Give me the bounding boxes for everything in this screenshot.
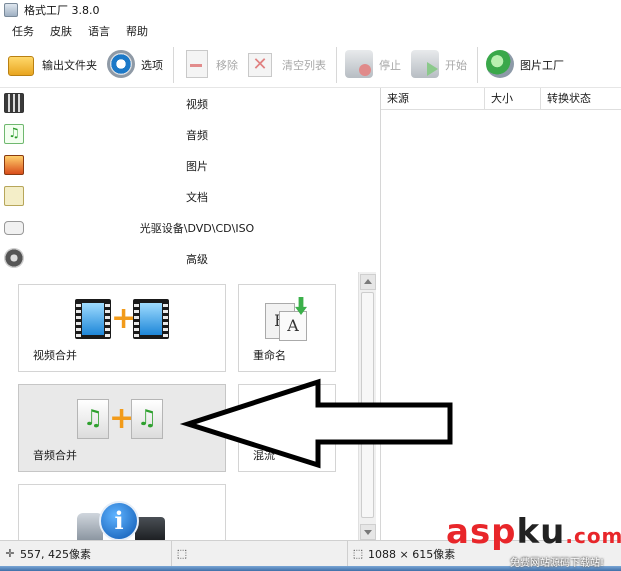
clear-list-button[interactable]: ✕ 清空列表 — [248, 45, 326, 85]
start-label: 开始 — [445, 58, 467, 72]
options-button[interactable]: 选项 — [107, 45, 163, 85]
info-icon: i — [77, 495, 167, 540]
document-icon — [4, 186, 24, 206]
title-bar: 格式工厂 3.8.0 — [0, 0, 621, 20]
menu-help[interactable]: 帮助 — [126, 23, 148, 39]
stop-icon — [345, 49, 373, 78]
remove-icon — [186, 49, 208, 78]
options-icon — [107, 49, 135, 78]
category-advanced[interactable]: 高级 — [0, 243, 380, 274]
tile-media-info[interactable]: i — [18, 484, 226, 540]
selection-icon: ⬚ — [176, 546, 188, 560]
status-selection: ⬚ — [172, 540, 348, 567]
column-size[interactable]: 大小 — [485, 88, 541, 109]
image-icon — [4, 155, 24, 175]
crosshair-icon: ✛ — [5, 546, 15, 560]
tiles-scrollbar[interactable] — [358, 272, 376, 540]
status-cursor: ✛ 557, 425像素 — [0, 540, 172, 567]
tile-mux[interactable]: ♫ 混流 — [238, 384, 336, 472]
tile-label: 混流 — [253, 449, 275, 462]
video-icon — [4, 93, 24, 113]
category-video[interactable]: 视频 — [0, 88, 380, 119]
scroll-down-icon[interactable] — [360, 524, 376, 540]
column-status[interactable]: 转换状态 — [541, 88, 621, 109]
clear-icon: ✕ — [248, 52, 272, 77]
remove-label: 移除 — [216, 58, 238, 72]
picture-factory-button[interactable]: 图片工厂 — [486, 45, 564, 85]
tile-audio-merge[interactable]: ♫ + ♫ 音频合并 — [18, 384, 226, 472]
disc-drive-icon — [4, 221, 24, 235]
output-folder-label: 输出文件夹 — [42, 58, 97, 72]
task-list[interactable]: 来源 大小 转换状态 — [381, 88, 621, 540]
options-label: 选项 — [141, 58, 163, 72]
output-folder-button[interactable]: 输出文件夹 — [8, 45, 97, 85]
menu-task[interactable]: 任务 — [12, 23, 34, 39]
video-merge-icon: + — [75, 299, 169, 342]
picture-factory-icon — [486, 49, 514, 78]
category-image[interactable]: 图片 — [0, 150, 380, 181]
audio-merge-icon: ♫ + ♫ — [77, 399, 163, 439]
menu-skin[interactable]: 皮肤 — [50, 23, 72, 39]
cursor-position: 557, 425像素 — [20, 547, 91, 561]
tile-label: 重命名 — [253, 349, 286, 362]
menu-language[interactable]: 语言 — [88, 23, 110, 39]
image-size-icon: ⬚ — [352, 546, 364, 560]
tile-label: 音频合并 — [33, 449, 77, 462]
category-document[interactable]: 文档 — [0, 181, 380, 212]
window-title: 格式工厂 3.8.0 — [24, 4, 100, 17]
task-list-header: 来源 大小 转换状态 — [381, 88, 621, 110]
tile-rename[interactable]: B A 重命名 — [238, 284, 336, 372]
column-source[interactable]: 来源 — [381, 88, 485, 109]
picture-factory-label: 图片工厂 — [520, 58, 564, 72]
start-button[interactable]: 开始 — [411, 45, 467, 85]
toolbar-separator — [173, 46, 174, 83]
watermark-tagline: 免费网站源码下载站! — [510, 558, 605, 569]
stop-label: 停止 — [379, 58, 401, 72]
toolbar-separator — [477, 46, 478, 83]
stop-button[interactable]: 停止 — [345, 45, 401, 85]
rename-icon: B A — [265, 297, 309, 341]
category-list: 视频 ♫ 音频 图片 文档 光驱设备\DVD\CD\ISO 高级 — [0, 88, 380, 272]
clear-list-label: 清空列表 — [282, 58, 326, 72]
toolbar: 输出文件夹 选项 移除 ✕ 清空列表 停止 开始 图片工厂 — [0, 42, 621, 88]
category-disc-drive[interactable]: 光驱设备\DVD\CD\ISO — [0, 212, 380, 243]
remove-button[interactable]: 移除 — [182, 45, 238, 85]
scroll-thumb[interactable] — [361, 292, 374, 518]
app-icon — [4, 3, 18, 17]
tile-label: 视频合并 — [33, 349, 77, 362]
advanced-icon — [4, 248, 24, 268]
start-icon — [411, 49, 439, 78]
image-size: 1088 × 615像素 — [368, 547, 456, 561]
scroll-up-icon[interactable] — [360, 274, 376, 290]
folder-icon — [8, 55, 34, 76]
toolbar-separator — [336, 46, 337, 83]
category-audio[interactable]: ♫ 音频 — [0, 119, 380, 150]
advanced-tiles-panel: + 视频合并 B A 重命名 ♫+♫ 音频合并 ♫ 混流 i — [0, 272, 358, 540]
watermark-logo: aspku.com — [446, 512, 621, 552]
mux-icon: ♫ — [265, 397, 315, 443]
tile-video-merge[interactable]: + 视频合并 — [18, 284, 226, 372]
watermark: aspku.com 免费网站源码下载站! — [446, 512, 621, 569]
audio-icon: ♫ — [4, 124, 24, 144]
menu-bar: 任务 皮肤 语言 帮助 — [0, 20, 621, 42]
